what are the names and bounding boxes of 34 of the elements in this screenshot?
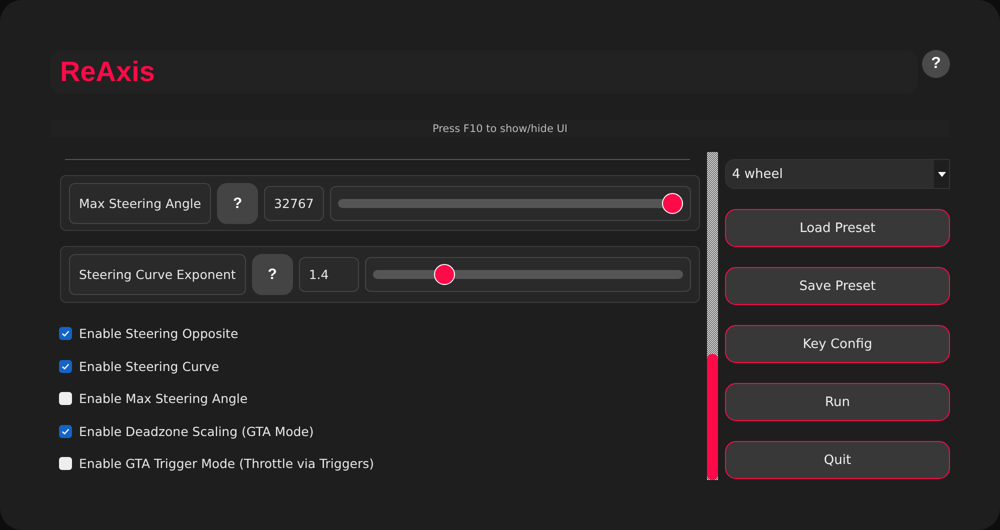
check-icon <box>61 329 70 338</box>
help-button[interactable]: ? <box>252 254 293 296</box>
help-button[interactable]: ? <box>922 50 950 78</box>
option-label: Enable GTA Trigger Mode (Throttle via Triggers) <box>79 456 374 472</box>
checkbox[interactable] <box>59 424 72 438</box>
option-label: Enable Steering Curve <box>79 358 220 374</box>
scrollbar[interactable] <box>707 152 718 480</box>
action-button[interactable]: Key Config <box>725 325 950 363</box>
checkbox[interactable] <box>59 327 72 340</box>
app-title: ReAxis <box>60 56 155 88</box>
slider[interactable] <box>364 257 691 292</box>
option-label: Enable Deadzone Scaling (GTA Mode) <box>79 424 314 439</box>
checkbox[interactable] <box>59 360 72 373</box>
slider-thumb[interactable] <box>434 264 455 286</box>
action-button[interactable]: Save Preset <box>725 267 950 305</box>
slider[interactable] <box>330 186 691 221</box>
option-label: Enable Steering Opposite <box>79 326 238 342</box>
slider-label: Max Steering Angle <box>69 182 212 224</box>
check-icon <box>61 426 70 436</box>
checkbox[interactable] <box>59 457 72 470</box>
action-button[interactable]: Load Preset <box>725 209 950 247</box>
option-label: Enable Max Steering Angle <box>79 391 248 406</box>
value-field[interactable]: 32767 <box>264 186 324 221</box>
help-button[interactable]: ? <box>217 182 258 224</box>
slider-label: Steering Curve Exponent <box>69 254 246 296</box>
action-button[interactable]: Run <box>725 383 950 421</box>
check-icon <box>61 362 70 371</box>
scrollbar-thumb[interactable] <box>707 354 718 480</box>
caret-icon <box>938 172 946 176</box>
preset-dropdown[interactable]: 4 wheel <box>725 159 950 189</box>
value-field[interactable]: 1.4 <box>298 257 359 292</box>
slider-thumb[interactable] <box>662 192 683 214</box>
checkbox[interactable] <box>59 392 72 406</box>
action-button[interactable]: Quit <box>725 441 950 479</box>
